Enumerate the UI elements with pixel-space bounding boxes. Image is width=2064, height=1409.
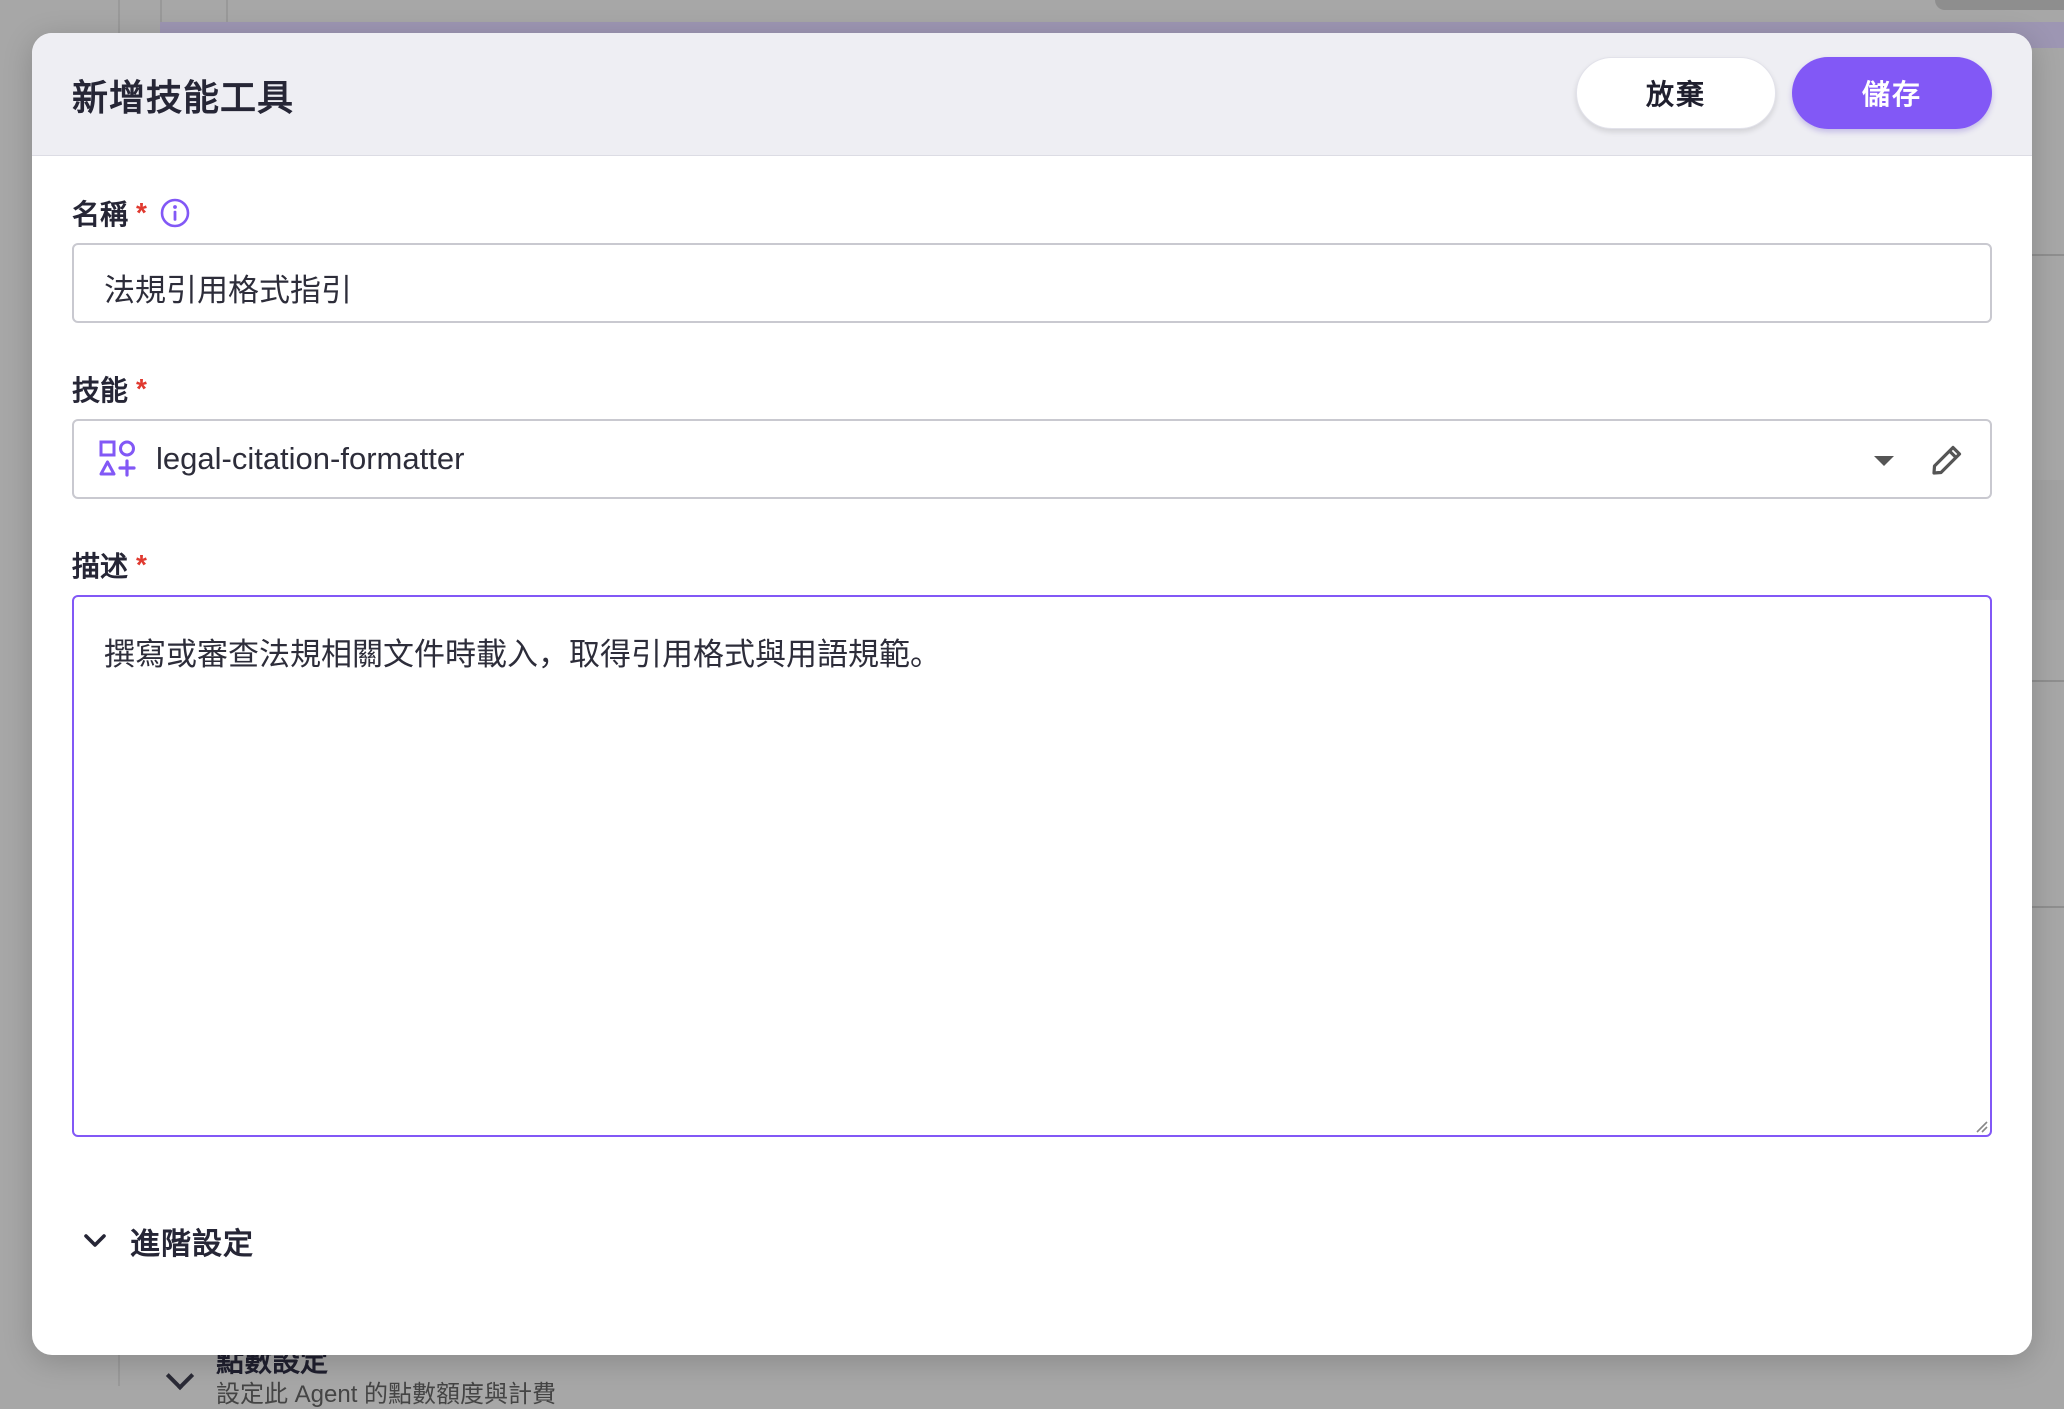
shapes-icon (99, 440, 136, 477)
required-mark: * (136, 549, 147, 580)
background-divider (2030, 254, 2064, 256)
skill-select-value: legal-citation-formatter (156, 441, 465, 476)
background-button (1935, 0, 2064, 10)
resize-handle-icon[interactable] (1974, 1119, 1988, 1133)
background-section-subtitle: 設定此 Agent 的點數額度與計費 (216, 1381, 557, 1408)
description-textarea[interactable]: 撰寫或審查法規相關文件時載入，取得引用格式與用語規範。 (72, 595, 1992, 1137)
skill-field-label: 技能 * (72, 369, 147, 409)
discard-button[interactable]: 放棄 (1576, 57, 1776, 129)
info-circle-icon[interactable] (159, 197, 191, 229)
required-mark: * (136, 373, 147, 404)
description-field-label: 描述 * (72, 545, 147, 585)
dialog-title: 新增技能工具 (72, 77, 295, 118)
skill-label-text: 技能 (72, 375, 129, 406)
required-mark: * (136, 197, 147, 228)
dialog-header: 新增技能工具 放棄 儲存 (32, 33, 2032, 156)
background-divider (2030, 680, 2064, 682)
name-input-value: 法規引用格式指引 (104, 273, 352, 308)
pencil-edit-icon[interactable] (1926, 439, 1968, 481)
skill-select[interactable]: legal-citation-formatter (72, 419, 1992, 499)
advanced-settings-toggle[interactable]: 進階設定 (80, 1219, 254, 1263)
name-label-text: 名稱 (72, 199, 129, 230)
description-label-text: 描述 (72, 551, 129, 582)
name-field-label: 名稱 * (72, 193, 191, 233)
chevron-down-icon (84, 1234, 106, 1247)
description-value: 撰寫或審查法規相關文件時載入，取得引用格式與用語規範。 (104, 637, 941, 672)
background-divider (2030, 906, 2064, 908)
name-input[interactable]: 法規引用格式指引 (72, 243, 1992, 323)
advanced-settings-label: 進階設定 (130, 1228, 254, 1261)
add-skill-tool-dialog: 新增技能工具 放棄 儲存 名稱 * 法規引用格式指引 技能 * legal-ci… (32, 33, 2032, 1355)
dropdown-caret-icon[interactable] (1874, 456, 1894, 466)
save-button[interactable]: 儲存 (1792, 57, 1992, 129)
background-panel (2030, 480, 2064, 600)
